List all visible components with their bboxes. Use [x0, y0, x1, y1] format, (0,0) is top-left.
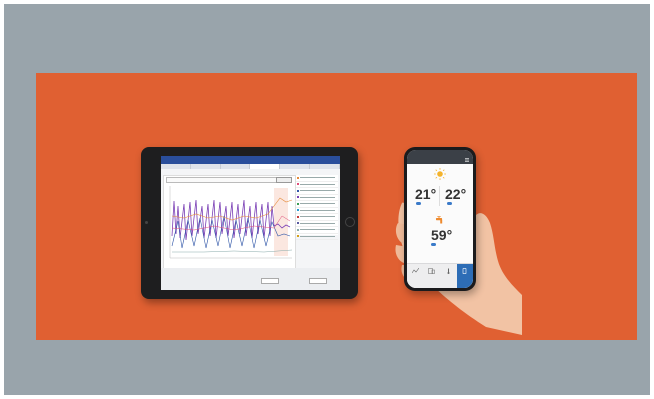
sun-icon: [434, 168, 446, 180]
chart-legend: [296, 175, 338, 240]
phone-app-header: [407, 156, 473, 164]
tablet-tab[interactable]: [250, 164, 281, 169]
hot-water-temperature[interactable]: 59°: [431, 228, 452, 242]
zone-temperature[interactable]: 22°: [445, 187, 466, 201]
tablet-meta-line: [161, 169, 340, 174]
toggle-icon[interactable]: [431, 243, 436, 246]
tab-thermostat[interactable]: [440, 264, 457, 288]
tab-phone[interactable]: [456, 264, 473, 288]
trend-chart: [163, 175, 296, 270]
legend-item[interactable]: [296, 234, 338, 240]
tablet-tab[interactable]: [221, 164, 251, 169]
phone-icon: [462, 268, 467, 274]
zone-temperature[interactable]: 21°: [415, 187, 436, 201]
tablet-tab-bar: [161, 164, 340, 169]
toggle-icon[interactable]: [447, 202, 452, 205]
tablet-tab[interactable]: [280, 164, 311, 169]
phone-screen: 21° 22° 59°: [407, 150, 473, 288]
menu-icon[interactable]: [465, 158, 469, 162]
tablet-tab[interactable]: [310, 164, 340, 169]
tab-graph[interactable]: [407, 264, 424, 288]
tablet-content: [163, 175, 338, 270]
zone-setpoint: [416, 202, 421, 205]
hot-water-tap-icon: [436, 216, 443, 224]
trend-chart-plot: [169, 186, 293, 259]
phone-device: 21° 22° 59°: [404, 147, 476, 291]
tablet-tab[interactable]: [191, 164, 221, 169]
thermostat-icon: [447, 268, 450, 274]
tablet-app-header: [161, 156, 340, 164]
tab-devices[interactable]: [424, 264, 441, 288]
toggle-icon[interactable]: [416, 202, 421, 205]
phone-dashboard: 21° 22° 59°: [407, 164, 473, 264]
tablet-tab[interactable]: [161, 164, 191, 169]
phone-tab-bar: [407, 263, 473, 288]
zone-setpoint: [447, 202, 452, 205]
tablet-screen: [161, 156, 340, 290]
zone-divider: [439, 186, 440, 206]
footer-button[interactable]: [309, 278, 327, 284]
tablet-device: [141, 147, 358, 299]
hot-water-setpoint: [431, 243, 436, 246]
devices-icon: [428, 268, 435, 274]
graph-icon: [411, 268, 419, 274]
tablet-home-button: [345, 217, 355, 227]
footer-button[interactable]: [261, 278, 279, 284]
tablet-footer: [161, 268, 340, 290]
tablet-camera: [145, 221, 148, 224]
